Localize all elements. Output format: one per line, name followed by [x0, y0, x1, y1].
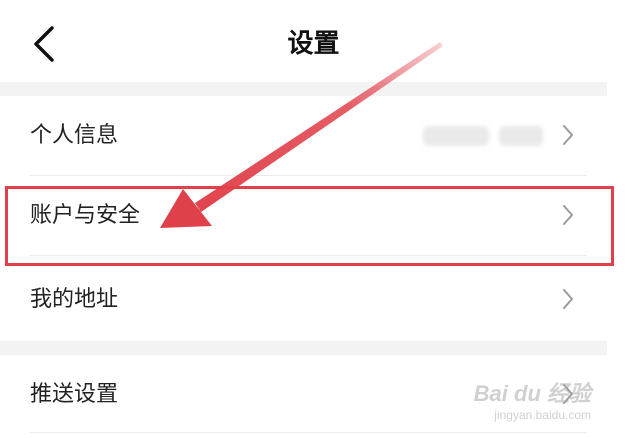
- section-divider: [0, 341, 607, 355]
- settings-item-my-address[interactable]: 我的地址: [0, 260, 607, 340]
- settings-item-label: 账户与安全: [30, 203, 141, 228]
- settings-item-account-security[interactable]: 账户与安全: [0, 176, 607, 256]
- chevron-right-icon: [563, 384, 573, 404]
- settings-item-label: 我的地址: [30, 287, 119, 312]
- settings-item-label: 推送设置: [30, 382, 119, 407]
- top-bar: 设置: [0, 0, 627, 82]
- chevron-right-icon: [563, 205, 573, 225]
- settings-item-push-settings[interactable]: 推送设置: [0, 355, 607, 435]
- chevron-right-icon: [563, 289, 573, 309]
- blurred-user-info: [423, 126, 543, 146]
- row-divider: [30, 255, 587, 256]
- settings-item-personal-info[interactable]: 个人信息: [0, 96, 607, 176]
- page-title: 设置: [287, 29, 340, 59]
- row-divider: [30, 432, 587, 433]
- section-divider: [0, 82, 607, 96]
- chevron-right-icon: [563, 125, 573, 145]
- settings-item-label: 个人信息: [30, 123, 119, 148]
